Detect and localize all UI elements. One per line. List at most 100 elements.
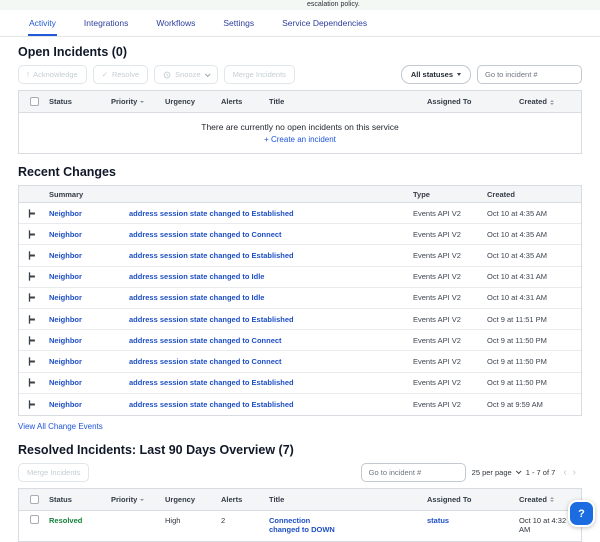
column-priority-label: Priority [111, 97, 138, 106]
change-type: Events API V2 [413, 293, 461, 303]
column-title: Title [269, 97, 285, 106]
column-summary: Summary [49, 189, 84, 199]
create-incident-link[interactable]: + Create an incident [264, 135, 336, 144]
incident-status: Resolved [49, 515, 83, 525]
change-event-row: Neighbor address session state changed t… [19, 224, 581, 246]
change-summary-link[interactable]: address session state changed to Establi… [129, 378, 413, 387]
change-type: Events API V2 [413, 250, 461, 260]
change-source-link[interactable]: Neighbor [49, 293, 129, 302]
change-event-icon [27, 250, 49, 261]
all-statuses-dropdown[interactable]: All statuses [400, 65, 471, 84]
snooze-clock-icon [163, 71, 171, 78]
change-summary-link[interactable]: address session state changed to Idle [129, 293, 413, 302]
change-type: Events API V2 [413, 208, 461, 218]
change-summary-link[interactable]: address session state changed to Establi… [129, 251, 413, 260]
acknowledge-button[interactable]: ! Acknowledge [18, 65, 87, 84]
all-statuses-label: All statuses [410, 70, 453, 79]
recent-changes-table: Summary Type Created Neighbor address se… [18, 185, 582, 416]
resolved-incidents-title: Resolved Incidents: Last 90 Days Overvie… [18, 442, 294, 457]
select-all-checkbox[interactable] [30, 97, 39, 106]
tab-integrations[interactable]: Integrations [83, 14, 129, 36]
change-type: Events API V2 [413, 378, 461, 388]
next-page-icon[interactable]: › [573, 467, 582, 478]
per-page-label: 25 per page [471, 467, 512, 477]
page-context-strip: escalation policy. [0, 0, 600, 10]
change-event-icon [27, 292, 49, 303]
open-incidents-table-header: Status Priority Urgency Alerts Title Ass… [19, 91, 581, 113]
context-text: escalation policy. [307, 1, 360, 8]
resolved-incidents-rows: Resolved High 2 Connection changed to DO… [19, 511, 581, 541]
merge-incidents-button[interactable]: Merge Incidents [223, 65, 295, 84]
tab-workflows[interactable]: Workflows [155, 14, 196, 36]
change-event-row: Neighbor address session state changed t… [19, 394, 581, 415]
resolve-button[interactable]: ✓ Resolve [92, 65, 149, 84]
change-type: Events API V2 [413, 314, 461, 324]
change-summary-link[interactable]: address session state changed to Idle [129, 272, 413, 281]
dropdown-triangle-icon [457, 73, 461, 76]
change-summary-link[interactable]: address session state changed to Connect [129, 357, 413, 366]
empty-message: There are currently no open incidents on… [201, 122, 399, 132]
snooze-label: Snooze [175, 70, 201, 79]
change-source-link[interactable]: Neighbor [49, 272, 129, 281]
change-source-link[interactable]: Neighbor [49, 400, 129, 409]
column-priority[interactable]: Priority [111, 495, 165, 504]
column-created: Created [487, 189, 515, 199]
goto-incident-input-bottom[interactable] [360, 462, 466, 482]
change-created: Oct 9 at 11:51 PM [487, 314, 547, 324]
column-alerts: Alerts [221, 97, 243, 106]
resolved-incidents-section: Resolved Incidents: Last 90 Days Overvie… [0, 443, 600, 542]
column-priority[interactable]: Priority [111, 97, 165, 106]
change-event-row: Neighbor address session state changed t… [19, 245, 581, 267]
resolved-incidents-table-header: Status Priority Urgency Alerts Title Ass… [19, 488, 581, 511]
column-title: Title [269, 494, 285, 504]
snooze-button[interactable]: Snooze [154, 65, 218, 84]
merge-label: Merge Incidents [232, 70, 286, 79]
change-source-link[interactable]: Neighbor [49, 230, 129, 239]
change-type: Events API V2 [413, 272, 461, 282]
change-source-link[interactable]: Neighbor [49, 315, 129, 324]
change-summary-link[interactable]: address session state changed to Connect [129, 336, 413, 345]
change-event-icon [27, 335, 49, 346]
column-assigned-to: Assigned To [427, 494, 472, 504]
change-source-link[interactable]: Neighbor [49, 209, 129, 218]
open-incidents-toolbar: ! Acknowledge ✓ Resolve Snooze Merge Inc… [18, 65, 582, 84]
merge-label: Merge Incidents [27, 467, 81, 477]
per-page-dropdown[interactable]: 25 per page [471, 467, 522, 477]
change-created: Oct 10 at 4:35 AM [487, 250, 548, 260]
change-summary-link[interactable]: address session state changed to Connect [129, 230, 413, 239]
change-event-icon [27, 229, 49, 240]
view-all-change-events-link[interactable]: View All Change Events [18, 422, 103, 431]
open-incidents-filters: All statuses [400, 65, 582, 84]
select-all-checkbox[interactable] [30, 494, 39, 504]
goto-incident-input[interactable] [477, 65, 582, 84]
incident-title-link[interactable]: Connection changed to DOWN [269, 516, 341, 534]
merge-incidents-button[interactable]: Merge Incidents [18, 462, 90, 482]
change-event-row: Neighbor address session state changed t… [19, 288, 581, 309]
change-source-link[interactable]: Neighbor [49, 378, 129, 387]
priority-caret-icon [140, 101, 145, 104]
change-summary-link[interactable]: address session state changed to Establi… [129, 209, 413, 218]
recent-changes-section: Recent Changes Summary Type Created Neig… [0, 165, 600, 434]
tab-settings[interactable]: Settings [222, 14, 255, 36]
tab-service-dependencies[interactable]: Service Dependencies [281, 14, 368, 36]
change-event-icon [27, 271, 49, 282]
incident-urgency: High [165, 515, 181, 525]
change-type: Events API V2 [413, 399, 461, 409]
change-summary-link[interactable]: address session state changed to Establi… [129, 400, 413, 409]
resolved-incidents-toolbar: Merge Incidents 25 per page 1 - 7 of 7 ‹… [18, 462, 582, 482]
question-mark-icon: ? [578, 507, 585, 520]
prev-page-icon[interactable]: ‹ [563, 467, 572, 478]
change-event-row: Neighbor address session state changed t… [19, 203, 581, 225]
column-created[interactable]: Created [519, 97, 581, 106]
change-source-link[interactable]: Neighbor [49, 251, 129, 260]
tab-activity[interactable]: Activity [28, 14, 57, 36]
change-type: Events API V2 [413, 229, 461, 239]
change-summary-link[interactable]: address session state changed to Establi… [129, 315, 413, 324]
change-created: Oct 10 at 4:35 AM [487, 229, 548, 239]
pagination-range: 1 - 7 of 7 [525, 467, 556, 477]
incident-assigned-to-link[interactable]: status [427, 516, 519, 525]
column-type: Type [413, 189, 430, 199]
resolve-label: Resolve [112, 70, 140, 79]
change-source-link[interactable]: Neighbor [49, 357, 129, 366]
change-source-link[interactable]: Neighbor [49, 336, 129, 345]
